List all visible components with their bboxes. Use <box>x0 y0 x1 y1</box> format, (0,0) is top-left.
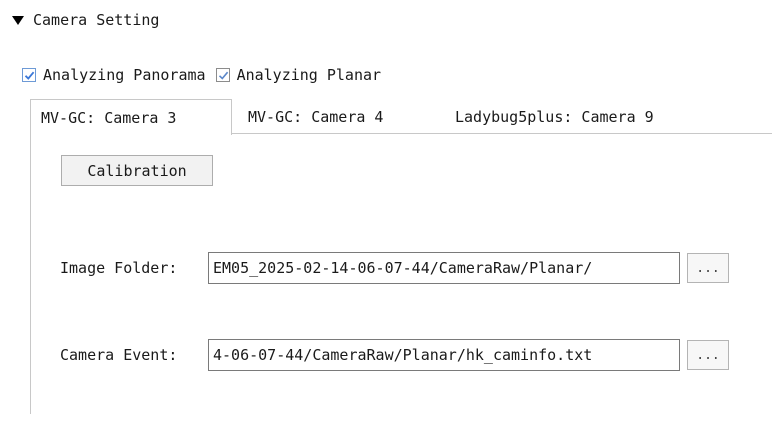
tab-label: MV-GC: Camera 4 <box>248 108 384 126</box>
collapse-triangle-icon[interactable] <box>12 16 24 25</box>
image-folder-input[interactable]: EM05_2025-02-14-06-07-44/CameraRaw/Plana… <box>208 252 680 284</box>
tab-mv-gc-camera-3[interactable]: MV-GC: Camera 3 <box>30 99 232 135</box>
checkbox-label: Analyzing Panorama <box>43 66 206 84</box>
camera-event-browse-button[interactable]: ... <box>687 340 729 370</box>
checkbox-checked-icon[interactable] <box>215 68 230 82</box>
tab-label: Ladybug5plus: Camera 9 <box>455 108 654 126</box>
analysis-options: Analyzing Panorama Analyzing Planar <box>22 64 391 86</box>
tab-mv-gc-camera-4[interactable]: MV-GC: Camera 4 <box>248 100 383 134</box>
checkbox-checked-icon[interactable] <box>22 68 36 82</box>
section-title: Camera Setting <box>33 11 160 29</box>
tab-ladybug5plus-camera-9[interactable]: Ladybug5plus: Camera 9 <box>455 100 654 134</box>
browse-button-label: ... <box>696 347 720 363</box>
camera-event-input[interactable]: 4-06-07-44/CameraRaw/Planar/hk_caminfo.t… <box>208 339 680 371</box>
checkbox-label: Analyzing Planar <box>236 66 382 84</box>
camera-setting-header[interactable]: Camera Setting <box>12 8 159 32</box>
camera-event-label: Camera Event: <box>60 346 178 364</box>
image-folder-browse-button[interactable]: ... <box>687 253 729 283</box>
calibration-button-label: Calibration <box>87 161 187 180</box>
image-folder-label: Image Folder: <box>60 259 178 277</box>
analyzing-panorama-checkbox[interactable]: Analyzing Panorama <box>22 66 206 84</box>
image-folder-value: EM05_2025-02-14-06-07-44/CameraRaw/Plana… <box>213 259 593 277</box>
calibration-button[interactable]: Calibration <box>61 155 213 186</box>
analyzing-planar-checkbox[interactable]: Analyzing Planar <box>215 66 382 84</box>
tab-label: MV-GC: Camera 3 <box>41 108 177 127</box>
camera-event-value: 4-06-07-44/CameraRaw/Planar/hk_caminfo.t… <box>213 346 593 364</box>
browse-button-label: ... <box>696 260 720 276</box>
